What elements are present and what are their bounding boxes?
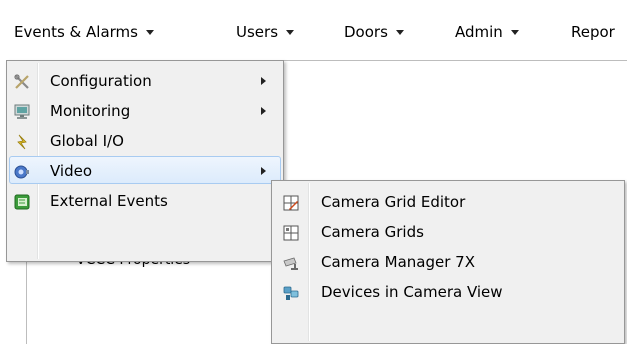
menu-item-label: External Events [50, 192, 168, 210]
chevron-down-icon [145, 30, 154, 35]
chevron-down-icon [395, 30, 404, 35]
chevron-right-icon [261, 107, 266, 115]
menu-events-alarms-label: Events & Alarms [14, 23, 138, 41]
menu-item-global-io[interactable]: Global I/O [9, 126, 281, 154]
menu-item-label: Video [50, 162, 93, 180]
submenu-item-camera-manager-7x[interactable]: Camera Manager 7X [274, 247, 622, 275]
submenu-item-label: Devices in Camera View [321, 283, 503, 301]
submenu-item-label: Camera Manager 7X [321, 253, 475, 271]
menu-reports-label: Repor [571, 23, 615, 41]
chevron-right-icon [261, 167, 266, 175]
video-camera-icon [14, 162, 30, 179]
menu-reports[interactable]: Repor [571, 21, 615, 43]
video-submenu: Camera Grid Editor Camera Grids Camera M… [271, 180, 625, 344]
submenu-item-label: Camera Grids [321, 223, 424, 241]
tools-icon [14, 72, 30, 89]
menu-item-label: Monitoring [50, 102, 131, 120]
devices-camera-view-icon [283, 283, 299, 300]
menu-admin[interactable]: Admin [455, 21, 519, 43]
chevron-right-icon [261, 77, 266, 85]
camera-grids-icon [283, 223, 299, 241]
menu-admin-label: Admin [455, 23, 503, 41]
submenu-item-label: Camera Grid Editor [321, 193, 466, 211]
menu-users[interactable]: Users [236, 21, 295, 43]
camera-grid-editor-icon [283, 193, 299, 211]
global-io-icon [14, 132, 30, 150]
external-events-icon [14, 192, 30, 210]
chevron-down-icon [510, 30, 519, 35]
admin-dropdown-menu: Configuration Monitoring Global I/O Vide… [6, 60, 284, 262]
menu-bar: Events & Alarms Users Doors Admin Repor [0, 0, 627, 60]
menu-item-label: Global I/O [50, 132, 124, 150]
submenu-item-camera-grids[interactable]: Camera Grids [274, 217, 622, 245]
monitor-icon [14, 102, 30, 119]
menu-item-label: Configuration [50, 72, 152, 90]
menu-users-label: Users [236, 23, 279, 41]
menu-events-alarms[interactable]: Events & Alarms [14, 21, 154, 43]
menu-item-video[interactable]: Video [9, 156, 281, 184]
submenu-item-devices-in-camera-view[interactable]: Devices in Camera View [274, 277, 622, 305]
menu-item-monitoring[interactable]: Monitoring [9, 96, 281, 124]
security-camera-icon [283, 253, 299, 270]
menu-item-configuration[interactable]: Configuration [9, 66, 281, 94]
menu-item-external-events[interactable]: External Events [9, 186, 281, 214]
submenu-item-camera-grid-editor[interactable]: Camera Grid Editor [274, 187, 622, 215]
chevron-down-icon [286, 30, 295, 35]
menu-doors-label: Doors [344, 23, 388, 41]
menu-doors[interactable]: Doors [344, 21, 404, 43]
